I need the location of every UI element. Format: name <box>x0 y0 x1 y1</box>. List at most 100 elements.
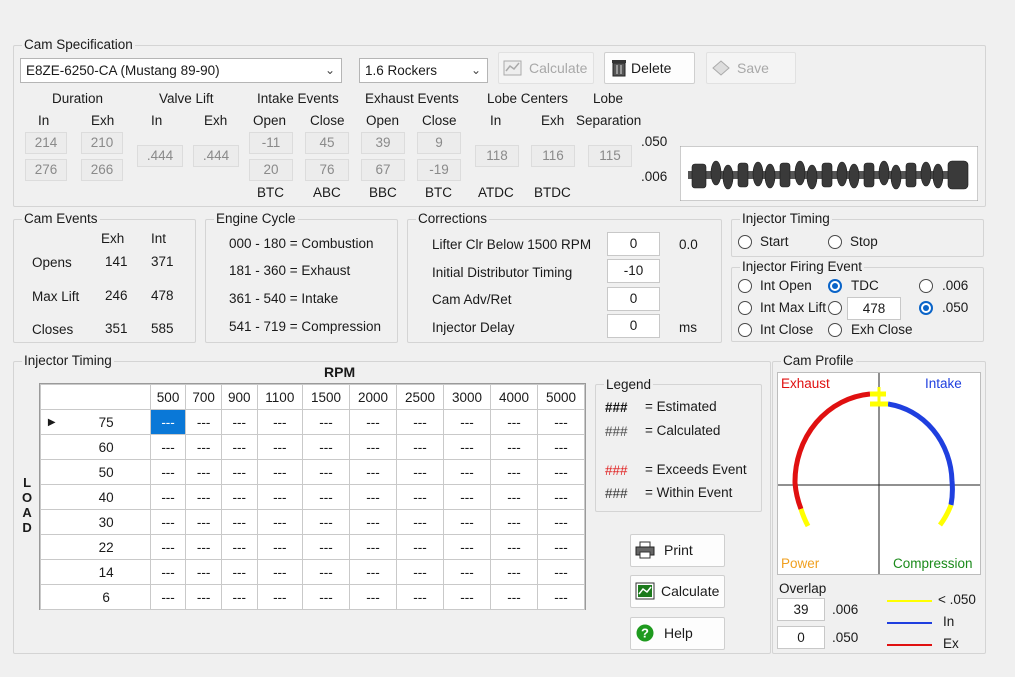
grid-cell[interactable]: --- <box>536 409 586 435</box>
grid-cell[interactable]: --- <box>442 509 491 535</box>
opt-006-radio[interactable] <box>919 279 933 293</box>
grid-cell[interactable]: --- <box>536 559 586 585</box>
grid-cell[interactable]: --- <box>256 459 304 485</box>
help-button[interactable]: ? Help <box>630 617 725 650</box>
grid-cell[interactable]: --- <box>149 509 187 535</box>
grid-cell[interactable]: --- <box>302 434 351 460</box>
grid-cell[interactable]: --- <box>256 559 304 585</box>
calculate-button[interactable]: Calculate <box>630 575 725 608</box>
grid-cell[interactable]: --- <box>302 559 351 585</box>
opt-050-radio[interactable] <box>919 301 933 315</box>
grid-cell[interactable]: --- <box>302 484 351 510</box>
grid-cell[interactable]: --- <box>185 409 222 435</box>
grid-cell[interactable]: --- <box>396 434 444 460</box>
grid-cell[interactable]: --- <box>149 584 187 610</box>
custom-value-input[interactable]: 478 <box>847 297 901 320</box>
grid-cell[interactable]: --- <box>442 534 491 560</box>
grid-cell[interactable]: --- <box>220 484 258 510</box>
grid-cell[interactable]: --- <box>536 584 586 610</box>
grid-cell[interactable]: --- <box>302 459 351 485</box>
grid-cell[interactable]: --- <box>256 434 304 460</box>
grid-cell[interactable]: --- <box>349 434 397 460</box>
int-close-radio[interactable] <box>738 323 752 337</box>
grid-cell[interactable]: --- <box>220 534 258 560</box>
grid-cell[interactable]: --- <box>396 509 444 535</box>
calculate-top-button[interactable]: Calculate <box>498 52 594 84</box>
grid-cell[interactable]: --- <box>489 509 538 535</box>
grid-cell[interactable]: --- <box>442 584 491 610</box>
grid-cell[interactable]: --- <box>149 459 187 485</box>
grid-cell[interactable]: --- <box>536 459 586 485</box>
rockers-select[interactable]: 1.6 Rockers ⌄ <box>359 58 488 83</box>
grid-cell[interactable]: --- <box>256 484 304 510</box>
grid-cell[interactable]: --- <box>220 559 258 585</box>
grid-cell[interactable]: --- <box>396 584 444 610</box>
int-open-radio[interactable] <box>738 279 752 293</box>
stop-radio[interactable] <box>828 235 842 249</box>
grid-cell[interactable]: --- <box>220 409 258 435</box>
grid-cell[interactable]: --- <box>220 434 258 460</box>
overlap-050-input[interactable]: 0 <box>777 626 825 649</box>
grid-cell[interactable]: --- <box>220 459 258 485</box>
grid-cell[interactable]: --- <box>220 509 258 535</box>
grid-cell[interactable]: --- <box>256 409 304 435</box>
grid-cell[interactable]: --- <box>149 534 187 560</box>
grid-cell[interactable]: --- <box>149 484 187 510</box>
grid-cell[interactable]: --- <box>396 459 444 485</box>
distributor-timing-input[interactable]: -10 <box>607 259 660 283</box>
grid-cell[interactable]: --- <box>185 534 222 560</box>
grid-cell[interactable]: --- <box>256 534 304 560</box>
grid-cell[interactable]: --- <box>396 484 444 510</box>
grid-cell[interactable]: --- <box>489 409 538 435</box>
grid-cell[interactable]: --- <box>149 559 187 585</box>
grid-cell[interactable]: --- <box>442 459 491 485</box>
delete-button[interactable]: Delete <box>604 52 695 84</box>
injector-delay-input[interactable]: 0 <box>607 314 660 338</box>
grid-cell[interactable]: --- <box>185 484 222 510</box>
grid-cell[interactable]: --- <box>149 409 187 435</box>
start-radio[interactable] <box>738 235 752 249</box>
grid-cell[interactable]: --- <box>536 434 586 460</box>
grid-cell[interactable]: --- <box>489 459 538 485</box>
grid-cell[interactable]: --- <box>536 509 586 535</box>
grid-cell[interactable]: --- <box>489 534 538 560</box>
grid-cell[interactable]: --- <box>185 434 222 460</box>
grid-cell[interactable]: --- <box>442 409 491 435</box>
grid-cell[interactable]: --- <box>185 584 222 610</box>
grid-cell[interactable]: --- <box>349 459 397 485</box>
grid-cell[interactable]: --- <box>349 559 397 585</box>
grid-cell[interactable]: --- <box>349 584 397 610</box>
grid-cell[interactable]: --- <box>349 409 397 435</box>
lifter-clearance-input[interactable]: 0 <box>607 232 660 256</box>
grid-cell[interactable]: --- <box>396 409 444 435</box>
cam-select[interactable]: E8ZE-6250-CA (Mustang 89-90) ⌄ <box>20 58 342 83</box>
grid-cell[interactable]: --- <box>442 559 491 585</box>
grid-cell[interactable]: --- <box>349 509 397 535</box>
grid-cell[interactable]: --- <box>220 584 258 610</box>
grid-cell[interactable]: --- <box>536 484 586 510</box>
print-button[interactable]: Print <box>630 534 725 567</box>
grid-cell[interactable]: --- <box>489 559 538 585</box>
grid-cell[interactable]: --- <box>489 484 538 510</box>
grid-cell[interactable]: --- <box>256 584 304 610</box>
int-max-lift-radio[interactable] <box>738 301 752 315</box>
grid-cell[interactable]: --- <box>185 559 222 585</box>
injector-grid[interactable]: 500 700 900 1100 1500 2000 2500 3000 4000 5000 ▶ 75… <box>40 384 586 610</box>
grid-cell[interactable]: --- <box>349 484 397 510</box>
grid-cell[interactable]: --- <box>442 484 491 510</box>
grid-cell[interactable]: --- <box>396 534 444 560</box>
grid-cell[interactable]: --- <box>489 434 538 460</box>
grid-cell[interactable]: --- <box>396 559 444 585</box>
tdc-radio[interactable] <box>828 279 842 293</box>
grid-cell[interactable]: --- <box>302 509 351 535</box>
grid-cell[interactable]: --- <box>302 584 351 610</box>
exh-close-radio[interactable] <box>828 323 842 337</box>
grid-cell[interactable]: --- <box>185 509 222 535</box>
grid-cell[interactable]: --- <box>536 534 586 560</box>
grid-cell[interactable]: --- <box>442 434 491 460</box>
grid-cell[interactable]: --- <box>489 584 538 610</box>
cam-adv-ret-input[interactable]: 0 <box>607 287 660 311</box>
custom-radio[interactable] <box>828 301 842 315</box>
save-button[interactable]: Save <box>706 52 796 84</box>
grid-cell[interactable]: --- <box>349 534 397 560</box>
